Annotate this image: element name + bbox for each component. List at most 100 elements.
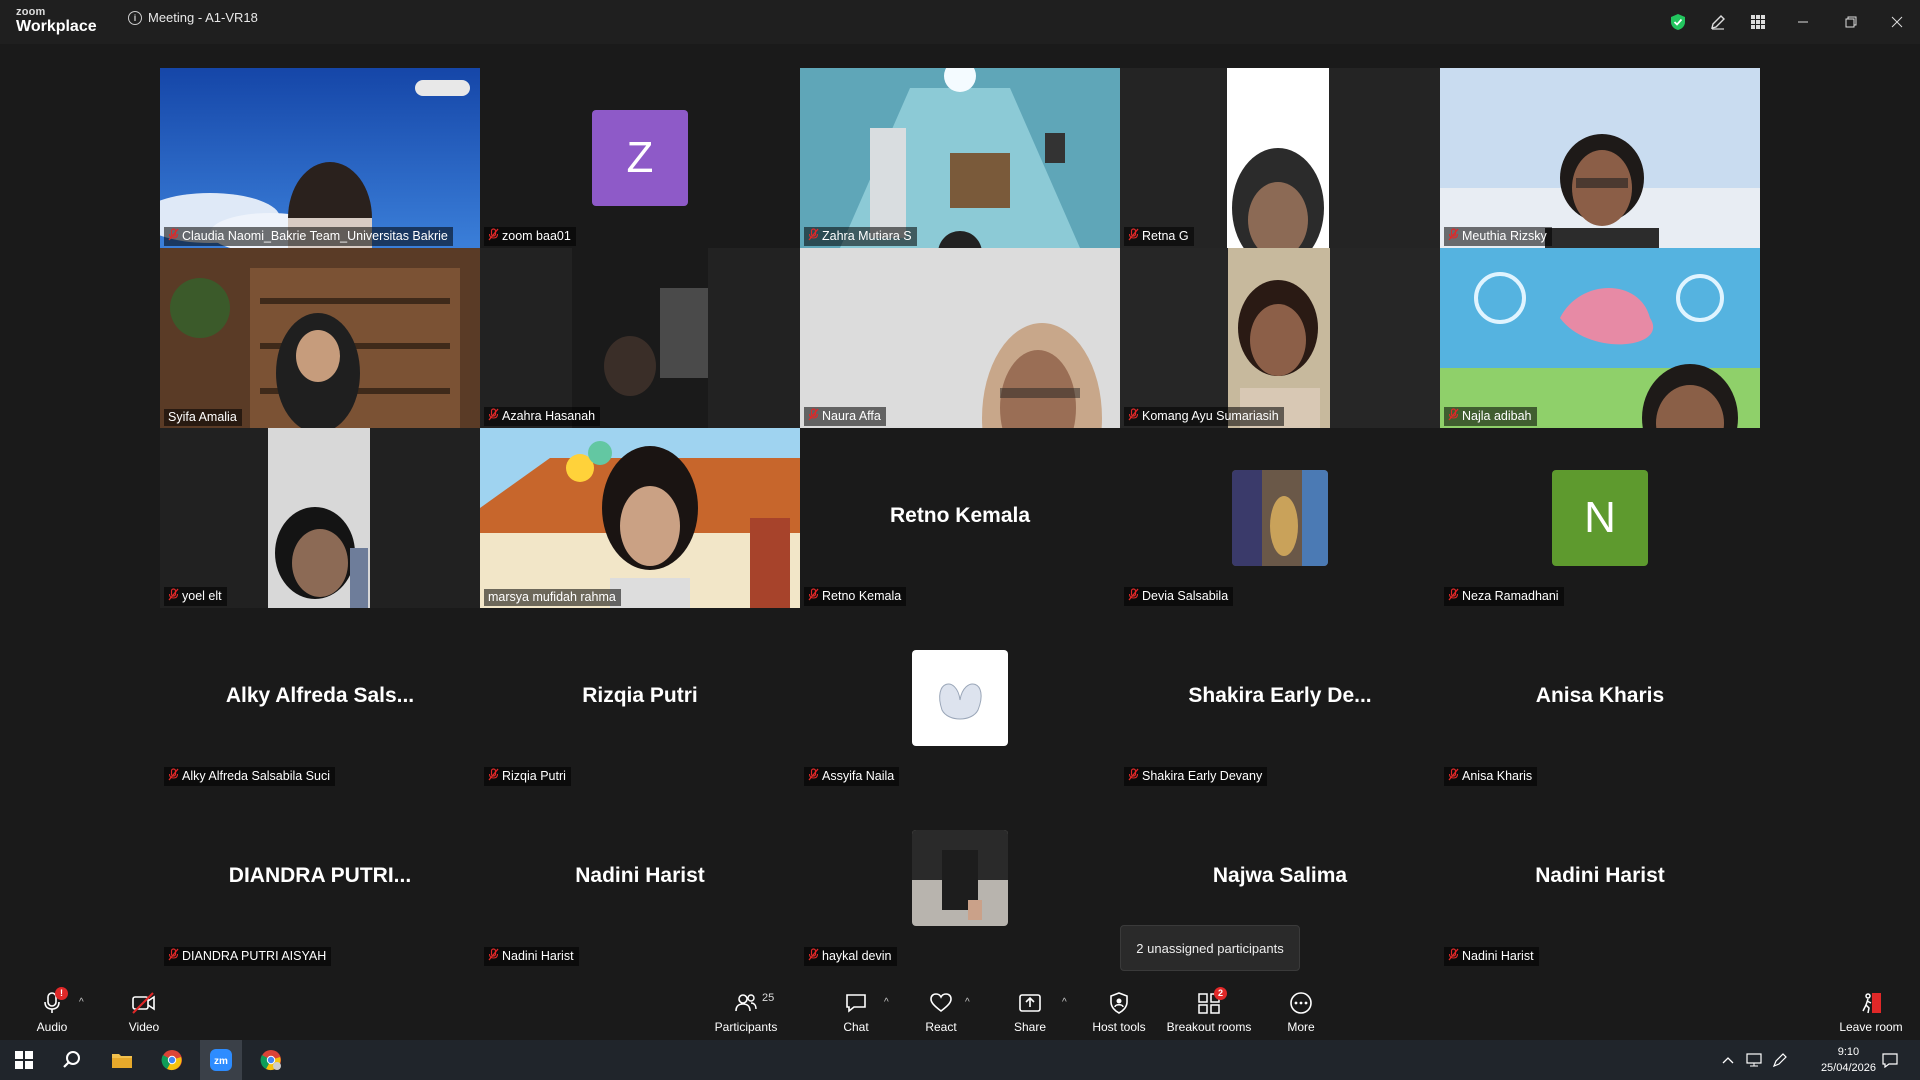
host-shield-icon <box>1110 992 1128 1014</box>
participant-name-label: zoom baa01 <box>484 227 576 246</box>
participant-video <box>480 428 800 608</box>
participant-name-text: haykal devin <box>822 949 892 963</box>
participant-name-text: Claudia Naomi_Bakrie Team_Universitas Ba… <box>182 229 448 243</box>
react-button[interactable]: React <box>922 981 960 1040</box>
more-button[interactable]: More <box>1284 981 1318 1040</box>
muted-mic-icon <box>1448 408 1459 424</box>
participant-tile[interactable]: haykal devin <box>800 788 1120 968</box>
meeting-info[interactable]: i Meeting - A1-VR18 <box>128 10 258 25</box>
participant-name-text: Syifa Amalia <box>168 410 237 424</box>
participant-tile[interactable]: marsya mufidah rahma <box>480 428 800 608</box>
participant-name-text: Retna G <box>1142 229 1189 243</box>
participant-tile[interactable]: Alky Alfreda Sals... Alky Alfreda Salsabi… <box>160 608 480 788</box>
participant-avatar: N <box>1552 470 1648 566</box>
participant-name-label: haykal devin <box>804 947 897 966</box>
participant-video <box>480 248 800 428</box>
participant-display-name: Shakira Early De... <box>1188 684 1372 707</box>
audio-button[interactable]: ! Audio <box>30 981 74 1040</box>
breakout-badge: 2 <box>1214 987 1227 1000</box>
participants-button[interactable]: 25 Participants <box>712 981 780 1040</box>
video-button[interactable]: Video <box>122 981 166 1040</box>
muted-mic-icon <box>808 588 819 604</box>
participant-name-label: Rizqia Putri <box>484 767 571 786</box>
participant-tile[interactable]: Shakira Early De... Shakira Early Devany <box>1120 608 1440 788</box>
participant-tile[interactable]: Retna G <box>1120 68 1440 248</box>
windows-start-icon[interactable] <box>4 1040 44 1080</box>
participant-name-text: Azahra Hasanah <box>502 409 596 423</box>
zoom-taskbar-icon[interactable]: zm <box>200 1040 242 1080</box>
participant-display-name: Rizqia Putri <box>582 684 698 707</box>
minimize-icon[interactable] <box>1778 0 1828 44</box>
participant-tile[interactable]: Zzoom baa01 <box>480 68 800 248</box>
participant-tile[interactable]: Nadini Harist Nadini Harist <box>1440 788 1760 968</box>
audio-options-chevron-icon[interactable]: ^ <box>79 997 84 1008</box>
search-icon[interactable] <box>52 1040 92 1080</box>
network-icon[interactable] <box>1742 1040 1766 1080</box>
participant-tile[interactable]: Anisa Kharis Anisa Kharis <box>1440 608 1760 788</box>
react-options-chevron-icon[interactable]: ^ <box>965 997 970 1008</box>
participant-tile[interactable]: Syifa Amalia <box>160 248 480 428</box>
system-clock[interactable]: 9:10 25/04/2026 <box>1821 1044 1876 1076</box>
participant-name-label: Zahra Mutiara S <box>804 227 917 246</box>
share-button[interactable]: Share <box>1012 981 1048 1040</box>
participant-tile[interactable]: DIANDRA PUTRI... DIANDRA PUTRI AISYAH <box>160 788 480 968</box>
breakout-rooms-button[interactable]: 2 Breakout rooms <box>1164 981 1254 1040</box>
participant-name-label: DIANDRA PUTRI AISYAH <box>164 947 332 966</box>
close-icon[interactable] <box>1874 0 1920 44</box>
participant-name-text: Neza Ramadhani <box>1462 589 1559 603</box>
pencil-icon[interactable] <box>1698 0 1738 44</box>
chrome-icon[interactable] <box>152 1040 192 1080</box>
muted-mic-icon <box>168 588 179 604</box>
tray-chevron-icon[interactable] <box>1716 1040 1740 1080</box>
participant-tile[interactable]: Zahra Mutiara S <box>800 68 1120 248</box>
participant-name-label: Syifa Amalia <box>164 409 242 426</box>
participant-name-label: Neza Ramadhani <box>1444 587 1564 606</box>
participant-tile[interactable]: N Neza Ramadhani <box>1440 428 1760 608</box>
leave-room-button[interactable]: Leave room <box>1836 981 1906 1040</box>
muted-mic-icon <box>488 948 499 964</box>
participant-name-label: Claudia Naomi_Bakrie Team_Universitas Ba… <box>164 227 453 246</box>
participant-video <box>1120 68 1440 248</box>
participant-name-text: DIANDRA PUTRI AISYAH <box>182 949 327 963</box>
participant-tile[interactable]: Nadini Harist Nadini Harist <box>480 788 800 968</box>
participant-name-text: Rizqia Putri <box>502 769 566 783</box>
participant-tile[interactable]: Devia Salsabila <box>1120 428 1440 608</box>
notification-icon[interactable] <box>1872 1040 1908 1080</box>
host-tools-button[interactable]: Host tools <box>1090 981 1148 1040</box>
participants-icon <box>735 994 757 1012</box>
participant-tile[interactable]: Assyifa Naila <box>800 608 1120 788</box>
participant-tile[interactable]: Claudia Naomi_Bakrie Team_Universitas Ba… <box>160 68 480 248</box>
muted-mic-icon <box>808 948 819 964</box>
chat-button[interactable]: Chat <box>838 981 874 1040</box>
pen-icon[interactable] <box>1768 1040 1792 1080</box>
participant-tile[interactable]: Najla adibah <box>1440 248 1760 428</box>
participant-avatar: Z <box>592 110 688 206</box>
participant-name-text: Assyifa Naila <box>822 769 895 783</box>
participant-tile[interactable]: Retno Kemala Retno Kemala <box>800 428 1120 608</box>
participant-tile[interactable]: Meuthia Rizsky <box>1440 68 1760 248</box>
muted-mic-icon <box>808 768 819 784</box>
chat-options-chevron-icon[interactable]: ^ <box>884 997 889 1008</box>
muted-mic-icon <box>1128 768 1139 784</box>
info-icon[interactable]: i <box>128 10 142 25</box>
participant-tile[interactable]: yoel elt <box>160 428 480 608</box>
participant-name-label: marsya mufidah rahma <box>484 589 621 606</box>
participant-tile[interactable]: Komang Ayu Sumariasih <box>1120 248 1440 428</box>
chrome-profile-icon[interactable] <box>250 1040 292 1080</box>
apps-grid-icon[interactable] <box>1738 0 1778 44</box>
participant-name-text: Shakira Early Devany <box>1142 769 1263 783</box>
participant-tile[interactable]: Azahra Hasanah <box>480 248 800 428</box>
participant-video <box>1440 248 1760 428</box>
participant-display-name: Alky Alfreda Sals... <box>225 684 415 707</box>
participant-video <box>160 68 480 248</box>
participant-tile[interactable]: Rizqia Putri Rizqia Putri <box>480 608 800 788</box>
muted-mic-icon <box>1128 588 1139 604</box>
participant-tile[interactable]: Naura Affa <box>800 248 1120 428</box>
heart-icon <box>930 993 952 1013</box>
file-explorer-icon[interactable] <box>102 1040 142 1080</box>
share-options-chevron-icon[interactable]: ^ <box>1062 997 1067 1008</box>
leave-door-icon <box>1862 993 1881 1014</box>
restore-icon[interactable] <box>1828 0 1874 44</box>
participant-name-text: Retno Kemala <box>822 589 902 603</box>
shield-icon[interactable] <box>1658 0 1698 44</box>
